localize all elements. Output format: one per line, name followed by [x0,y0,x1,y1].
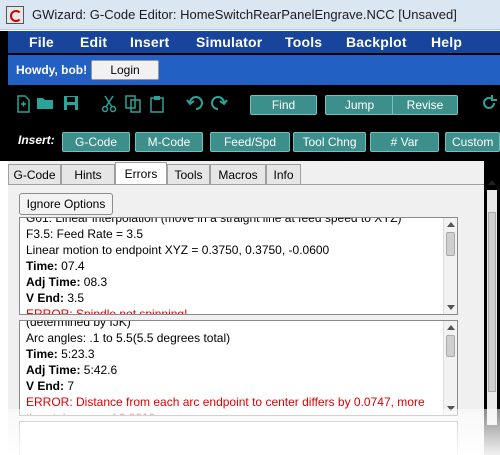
adj-time-value: 5:42.6 [83,363,118,377]
ignore-options-button[interactable]: Ignore Options [19,193,113,215]
insert-feedspd-button[interactable]: Feed/Spd [210,132,290,152]
v-end-label: V End: [26,291,64,305]
time-label: Time: [26,259,58,273]
error-entry[interactable]: (determined by IJK) Arc angles: .1 to 5.… [19,320,458,416]
tab-macros[interactable]: Macros [210,164,266,184]
cut-icon[interactable] [100,95,118,113]
window-title: GWizard: G-Code Editor: HomeSwitchRearPa… [32,7,457,22]
scroll-up-icon[interactable] [447,222,455,227]
copy-icon[interactable] [124,95,142,113]
menu-tools[interactable]: Tools [285,34,322,50]
insert-toolchng-button[interactable]: Tool Chng [293,132,366,152]
login-button[interactable]: Login [91,60,159,80]
bottom-fade-overlay [0,409,500,455]
app-logo-icon [6,5,24,24]
scroll-thumb[interactable] [446,335,455,357]
pane-scroll-up-icon[interactable] [488,180,496,185]
insert-bar: Insert: G-Code M-Code Feed/Spd Tool Chng… [8,124,500,157]
open-folder-icon[interactable] [36,95,54,113]
toolbar: Find Jump Revise [8,87,500,121]
time-label: Time: [26,347,58,361]
insert-mcode-button[interactable]: M-Code [135,132,203,152]
find-button[interactable]: Find [250,95,317,115]
paste-icon[interactable] [148,95,166,113]
menu-insert[interactable]: Insert [130,34,169,50]
error-detail-line: (determined by IJK) [26,320,131,329]
v-end-label: V End: [26,379,64,393]
v-end-value: 7 [67,379,75,393]
revise-button[interactable]: Revise [392,95,458,115]
menu-backplot[interactable]: Backplot [346,34,407,50]
user-bar: Howdy, bob! Login [8,55,500,85]
error-detail-line: F3.5: Feed Rate = 3.5 [26,227,144,241]
error-scrollbar[interactable] [443,321,457,415]
tab-divider [8,184,484,185]
jump-button[interactable]: Jump [325,95,394,115]
tab-hints[interactable]: Hints [61,164,115,184]
insert-label: Insert: [18,133,55,147]
time-value: 5:23.3 [61,347,95,361]
undo-icon[interactable] [186,95,204,113]
insert-gcode-button[interactable]: G-Code [62,132,130,152]
menu-file[interactable]: File [29,34,54,50]
redo-icon[interactable] [210,95,228,113]
tab-tools[interactable]: Tools [167,164,210,184]
error-entry[interactable]: G01: Linear interpolation (move in a str… [19,217,458,315]
error-scrollbar[interactable] [443,218,457,314]
menu-simulator[interactable]: Simulator [196,34,262,50]
time-value: 07.4 [61,259,85,273]
error-detail-line: Linear motion to endpoint XYZ = 0.3750, … [26,243,330,257]
save-icon[interactable] [62,95,80,113]
v-end-value: 3.5 [67,291,85,305]
refresh-icon[interactable] [480,95,498,113]
tab-gcode[interactable]: G-Code [8,164,61,184]
menu-bar: File Edit Insert Simulator Tools Backplo… [8,31,500,53]
window-titlebar: GWizard: G-Code Editor: HomeSwitchRearPa… [0,0,500,30]
tab-info[interactable]: Info [266,164,301,184]
greeting-text: Howdy, bob! [16,63,88,77]
adj-time-label: Adj Time: [26,275,81,289]
error-detail-line: Arc angles: .1 to 5.5(5.5 degrees total) [26,331,231,345]
pane-scrollbar[interactable] [487,190,497,425]
new-file-icon[interactable] [14,95,32,113]
error-detail-line: G01: Linear interpolation (move in a str… [26,217,402,225]
insert-var-button[interactable]: # Var [370,132,439,152]
menu-edit[interactable]: Edit [80,34,107,50]
tab-errors[interactable]: Errors [115,162,167,185]
adj-time-label: Adj Time: [26,363,81,377]
menu-help[interactable]: Help [431,34,462,50]
scroll-down-icon[interactable] [447,305,455,310]
adj-time-value: 08.3 [83,275,108,289]
scroll-thumb[interactable] [446,232,455,256]
pane-scroll-thumb[interactable] [488,212,496,392]
error-message: ERROR: Spindle not spinning! [26,307,188,315]
app-frame: File Edit Insert Simulator Tools Backplo… [0,31,500,161]
insert-custom-button[interactable]: Custom [445,132,500,152]
scroll-up-icon[interactable] [447,325,455,330]
